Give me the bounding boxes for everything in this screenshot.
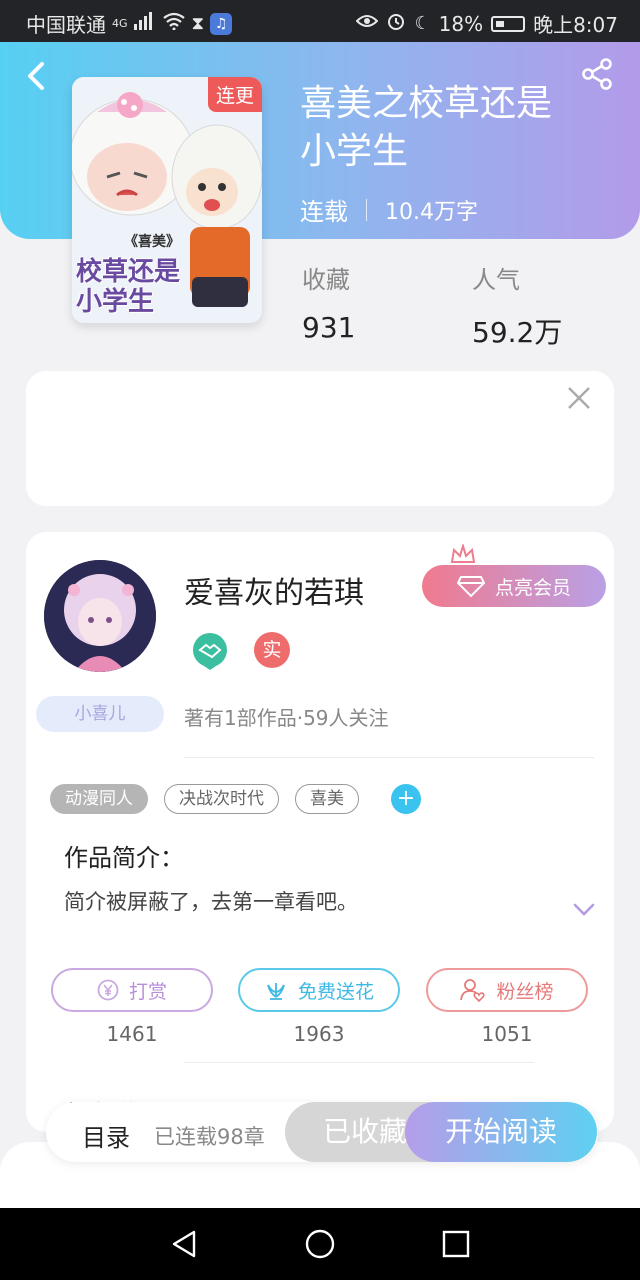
author-card: 爱喜灰的若琪 点亮会员 实 小喜儿 著有1部作品·59人关注 动漫同人 决战次时…: [26, 532, 614, 1132]
send-flower-label: 免费送花: [297, 980, 374, 1003]
diamond-icon: [456, 576, 485, 597]
vip-button[interactable]: 点亮会员: [422, 565, 606, 607]
chevron-left-icon: [28, 62, 44, 90]
book-title: 喜美之校草还是 小学生: [300, 80, 600, 176]
serial-status: 连载: [300, 198, 348, 226]
alarm-icon: [386, 11, 406, 37]
divider: [184, 1062, 534, 1063]
crown-icon: [450, 542, 476, 566]
tag-item[interactable]: 决战次时代: [164, 784, 279, 814]
flower-count: 1963: [293, 1022, 345, 1046]
triangle-back-icon: [172, 1230, 196, 1258]
tag-item[interactable]: 动漫同人: [50, 784, 148, 814]
circle-home-icon: [305, 1229, 335, 1259]
tag-item[interactable]: 喜美: [295, 784, 359, 814]
start-reading-button[interactable]: 开始阅读: [405, 1102, 597, 1162]
send-flower-button[interactable]: 免费送花: [238, 968, 400, 1012]
flower-icon: [267, 983, 285, 1000]
book-status-row: 连载 10.4万字: [300, 192, 478, 227]
reward-count: 1461: [106, 1022, 158, 1046]
wifi-icon: [162, 12, 186, 36]
carrier-label: 中国联通: [26, 13, 106, 37]
moon-icon: ☾: [414, 12, 431, 34]
favorites-stat: 收藏 931: [302, 260, 355, 344]
status-bar: 中国联通 4G ⧗ ♫ ☾ 18% 晚上8:07: [0, 0, 640, 42]
status-divider: [366, 198, 367, 221]
tag-list: 动漫同人 决战次时代 喜美 +: [50, 784, 421, 814]
fans-rank-button[interactable]: 粉丝榜: [426, 968, 588, 1012]
divider: [184, 757, 594, 758]
popularity-stat: 人气 59.2万: [472, 260, 562, 351]
fans-count: 1051: [481, 1022, 533, 1046]
back-button[interactable]: [22, 60, 54, 92]
popularity-value: 59.2万: [472, 316, 563, 349]
close-button[interactable]: [566, 385, 592, 411]
author-meta: 著有1部作品·59人关注: [184, 706, 389, 730]
battery-icon: [491, 15, 526, 32]
clock: 晚上8:07: [533, 13, 618, 37]
intro-title: 作品简介：: [64, 844, 184, 872]
author-name[interactable]: 爱喜灰的若琪: [184, 568, 364, 612]
user-heart-icon: [460, 979, 486, 1002]
signal-icon: [133, 11, 156, 36]
nav-recents-button[interactable]: [440, 1228, 472, 1260]
favorites-label: 收藏: [302, 266, 350, 294]
eye-icon: [356, 13, 379, 35]
network-label: 4G: [112, 17, 128, 30]
close-icon: [568, 387, 590, 409]
favorites-value: 931: [302, 311, 356, 344]
add-tag-button[interactable]: +: [391, 784, 421, 814]
nav-home-button[interactable]: [304, 1228, 336, 1260]
system-nav-bar: [0, 1208, 640, 1280]
verified-badge[interactable]: 实: [254, 632, 290, 668]
book-title-line2: 小学生: [300, 131, 409, 172]
vip-label: 点亮会员: [494, 576, 571, 599]
square-recents-icon: [442, 1230, 470, 1258]
nav-back-button[interactable]: [168, 1228, 200, 1260]
word-count: 10.4万字: [385, 199, 478, 225]
chevron-down-icon[interactable]: [572, 902, 596, 918]
level-tag: 小喜儿: [36, 696, 164, 732]
handshake-badge-icon[interactable]: [192, 632, 228, 672]
intro-text: 简介被屏蔽了，去第一章看吧。: [64, 890, 358, 914]
reward-button[interactable]: 打赏: [51, 968, 213, 1012]
cover-badge: 连更: [207, 77, 262, 112]
popularity-label: 人气: [472, 266, 520, 294]
reward-label: 打赏: [128, 980, 167, 1003]
author-avatar[interactable]: [44, 560, 156, 672]
battery-percent: 18%: [438, 11, 484, 36]
music-app-icon: ♫: [210, 12, 233, 35]
toc-button[interactable]: 目录: [82, 1118, 130, 1153]
book-cover[interactable]: 连更 《喜美》 校草还是小学生: [72, 77, 262, 323]
ad-card: [26, 371, 614, 506]
hourglass-icon: ⧗: [191, 12, 205, 34]
cover-text-main: 校草还是小学生: [76, 257, 181, 317]
book-title-line1: 喜美之校草还是: [300, 83, 553, 124]
cover-text-top: 《喜美》: [124, 234, 180, 250]
chapter-count[interactable]: 已连载98章: [154, 1121, 265, 1151]
fans-rank-label: 粉丝榜: [496, 980, 554, 1003]
yen-icon: [97, 979, 119, 1001]
